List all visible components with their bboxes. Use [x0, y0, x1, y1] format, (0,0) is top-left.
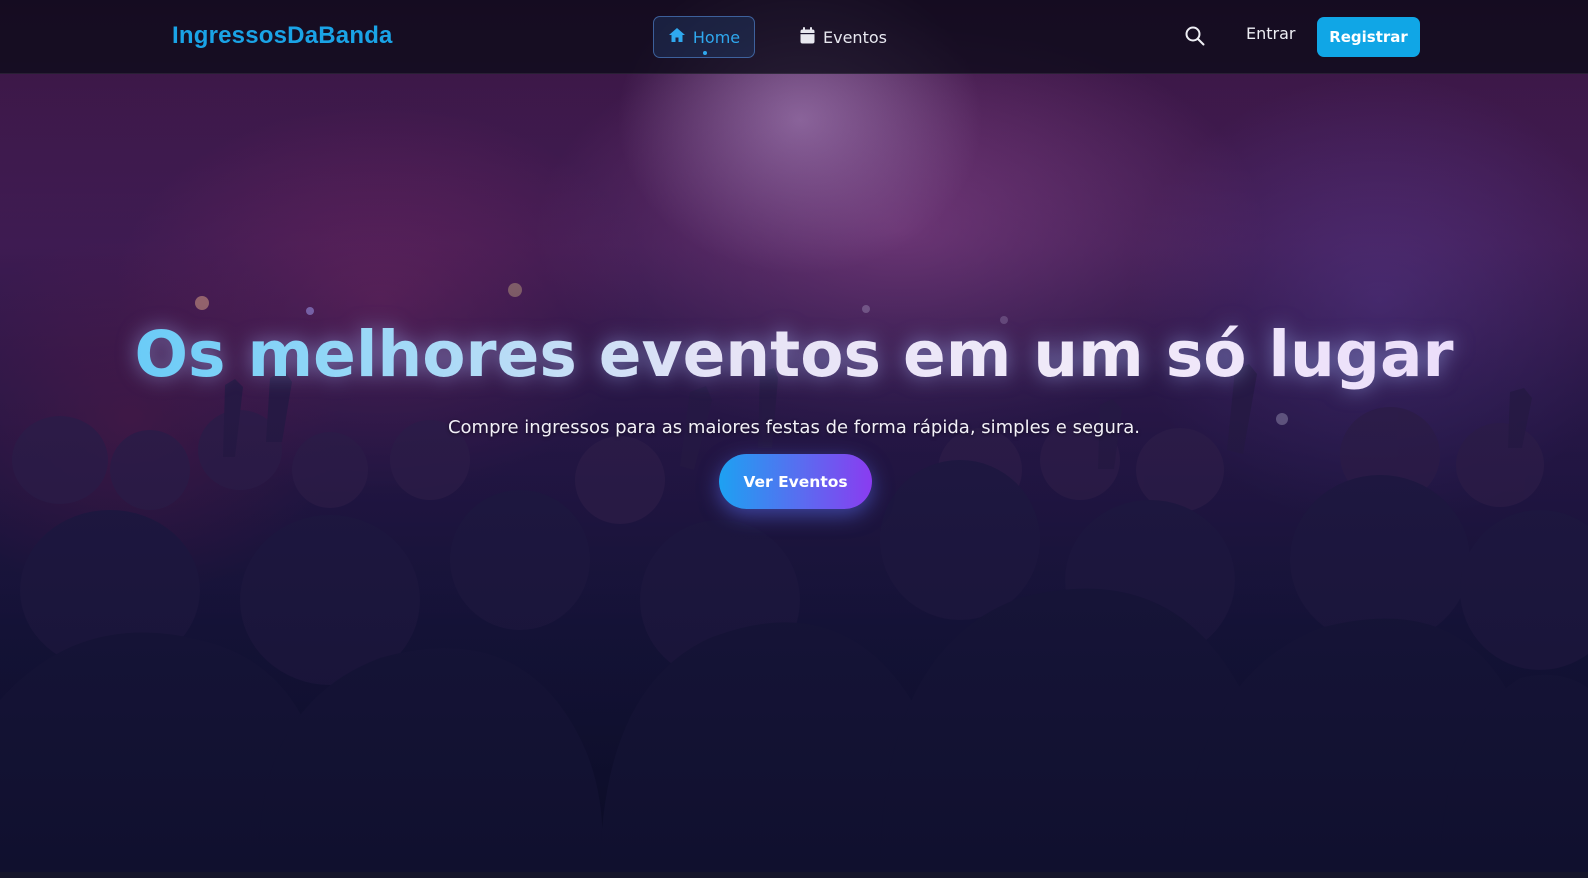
top-navbar: IngressosDaBanda Home Eventos Entrar Reg…	[0, 0, 1588, 74]
nav-eventos-link[interactable]: Eventos	[800, 16, 900, 58]
concert-crowd-image	[0, 0, 1588, 878]
hero-title: Os melhores eventos em um só lugar	[0, 318, 1588, 391]
active-indicator	[703, 51, 707, 55]
page-bottom-edge	[0, 872, 1588, 878]
home-icon	[668, 27, 686, 47]
search-icon	[1185, 26, 1205, 46]
nav-home-label: Home	[692, 27, 741, 47]
nav-home-link[interactable]: Home	[653, 16, 755, 58]
brand-logo[interactable]: IngressosDaBanda	[172, 22, 393, 50]
see-events-button[interactable]: Ver Eventos	[719, 454, 872, 509]
login-link[interactable]: Entrar	[1246, 24, 1295, 43]
search-button[interactable]	[1184, 25, 1208, 49]
hero-subtitle: Compre ingressos para as maiores festas …	[447, 417, 1141, 438]
register-button[interactable]: Registrar	[1317, 17, 1420, 57]
calendar-icon	[800, 26, 815, 48]
hero-background	[0, 0, 1588, 878]
nav-eventos-label: Eventos	[823, 27, 887, 47]
